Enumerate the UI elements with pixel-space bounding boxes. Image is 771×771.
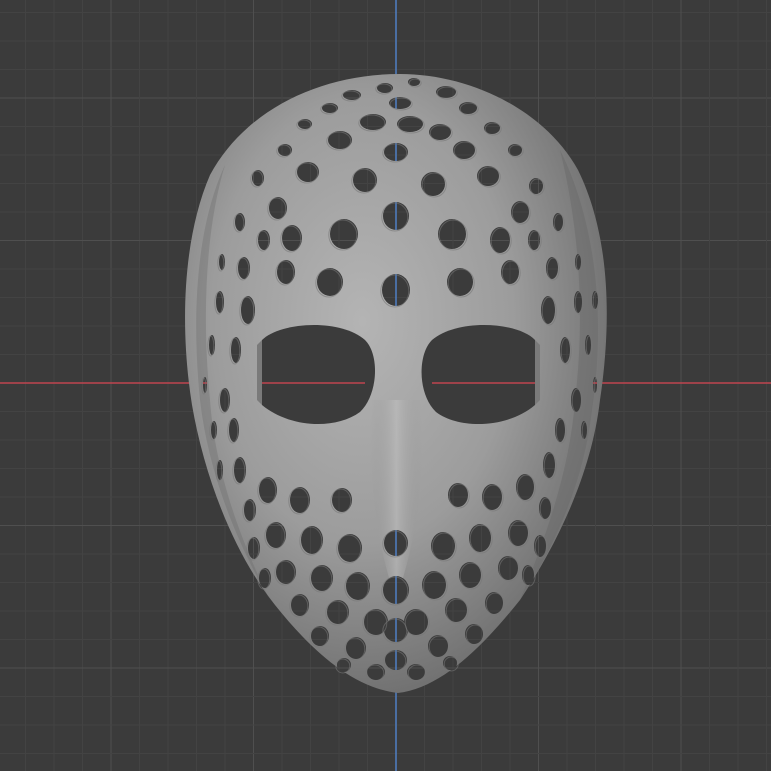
right-eye-hole <box>421 324 535 425</box>
left-eye-inner-wall <box>257 340 262 405</box>
mask-model[interactable] <box>185 74 607 693</box>
left-eye-hole <box>262 324 376 425</box>
viewport-canvas[interactable] <box>0 0 771 771</box>
right-eye-inner-wall <box>535 340 540 405</box>
3d-viewport[interactable] <box>0 0 771 771</box>
mask-surface[interactable] <box>185 74 607 693</box>
